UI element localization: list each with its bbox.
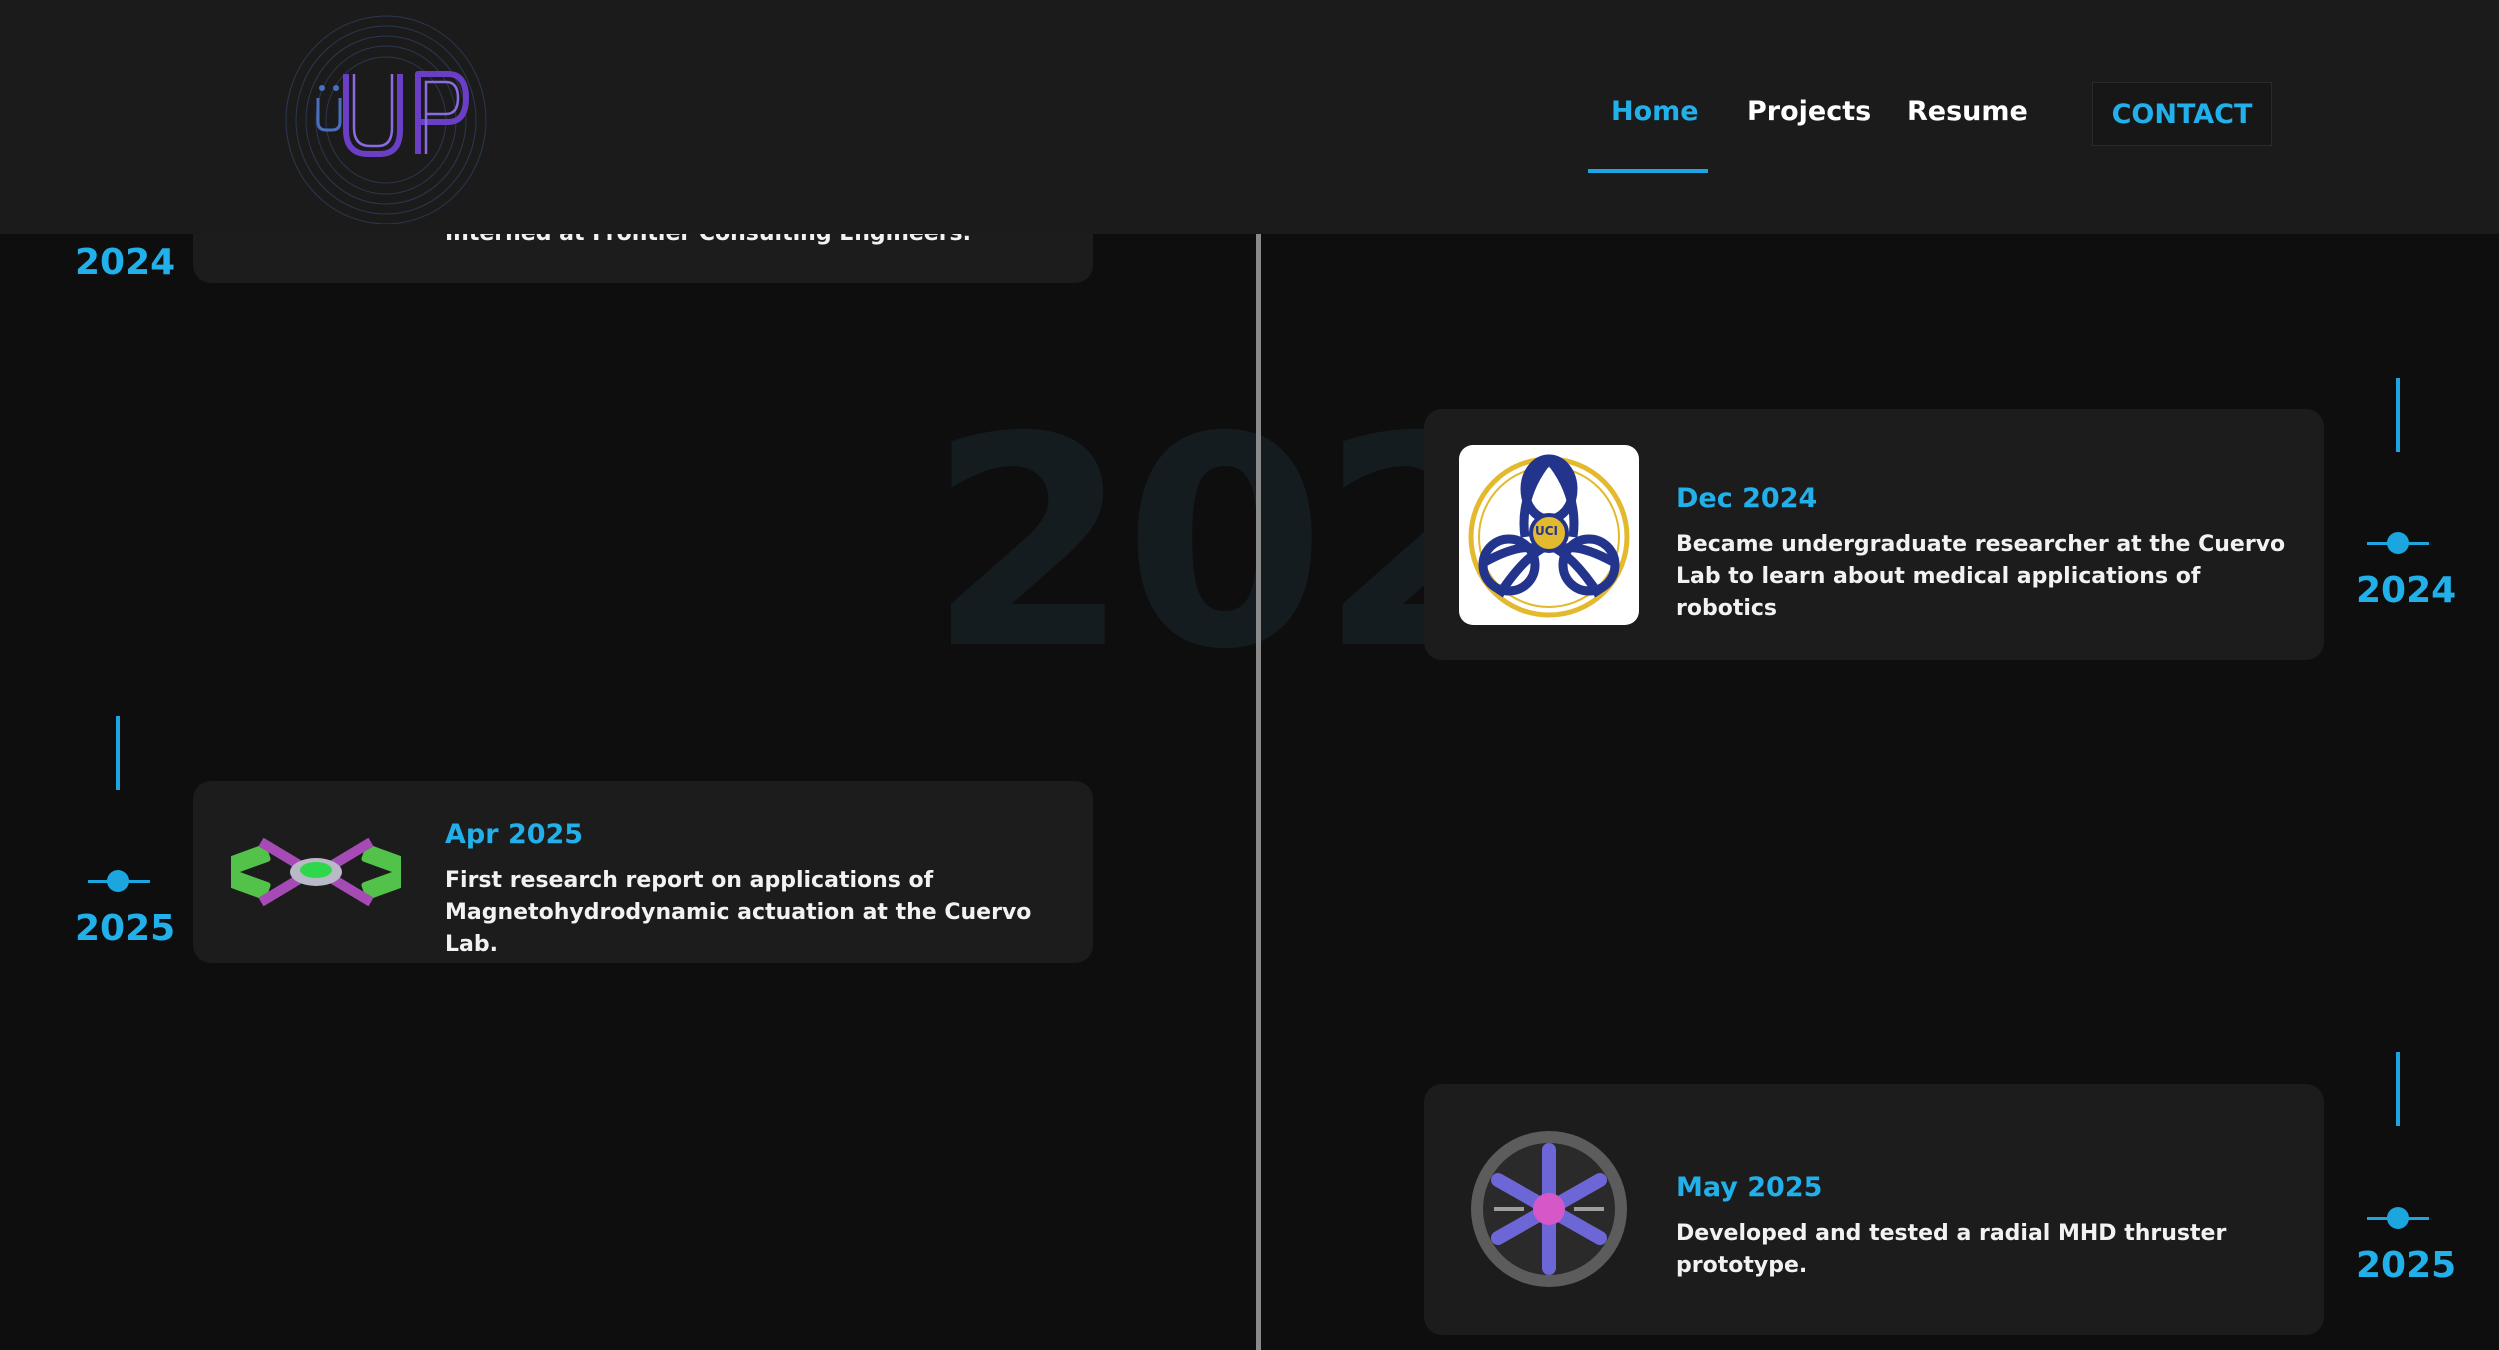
nav-projects[interactable]: Projects <box>1747 96 1871 127</box>
card-date: May 2025 <box>1676 1172 1823 1203</box>
site-header: Home Projects Resume CONTACT <box>0 0 2499 234</box>
timeline-connector <box>116 716 120 790</box>
timeline-connector <box>2396 378 2400 452</box>
card-date: Dec 2024 <box>1676 483 1818 514</box>
timeline-card-dec-2024: UCI Dec 2024 Became undergraduate resear… <box>1424 409 2324 660</box>
timeline-marker-dot <box>107 870 129 892</box>
timeline-marker-dot <box>2387 532 2409 554</box>
timeline-card-may-2025: May 2025 Developed and tested a radial M… <box>1424 1084 2324 1335</box>
timeline-year-label: 2025 <box>75 908 176 949</box>
timeline-marker-dot <box>2387 1207 2409 1229</box>
timeline-year-label: 2024 <box>75 242 176 283</box>
nav-home[interactable]: Home <box>1611 96 1699 127</box>
jp-logo[interactable] <box>268 2 498 225</box>
uci-badge: UCI <box>1535 524 1559 538</box>
timeline-year-label: 2024 <box>2356 570 2457 611</box>
card-description: First research report on applications of… <box>445 868 1032 957</box>
contact-button[interactable]: CONTACT <box>2092 82 2272 146</box>
timeline-center-line <box>1256 234 1261 1350</box>
timeline-year-label: 2025 <box>2356 1245 2457 1286</box>
nav-resume[interactable]: Resume <box>1907 96 2028 127</box>
radial-thruster-icon <box>1464 1124 1634 1294</box>
timeline-card-apr-2025: Apr 2025 First research report on applic… <box>193 781 1093 963</box>
nav-active-indicator <box>1588 169 1708 173</box>
mhd-actuator-render-icon <box>226 817 406 927</box>
cuervo-lab-logo-icon: UCI <box>1459 445 1639 625</box>
card-description: Developed and tested a radial MHD thrust… <box>1676 1221 2227 1278</box>
timeline-connector <box>2396 1052 2400 1126</box>
card-date: Apr 2025 <box>445 819 584 850</box>
card-description: Became undergraduate researcher at the C… <box>1676 532 2286 621</box>
